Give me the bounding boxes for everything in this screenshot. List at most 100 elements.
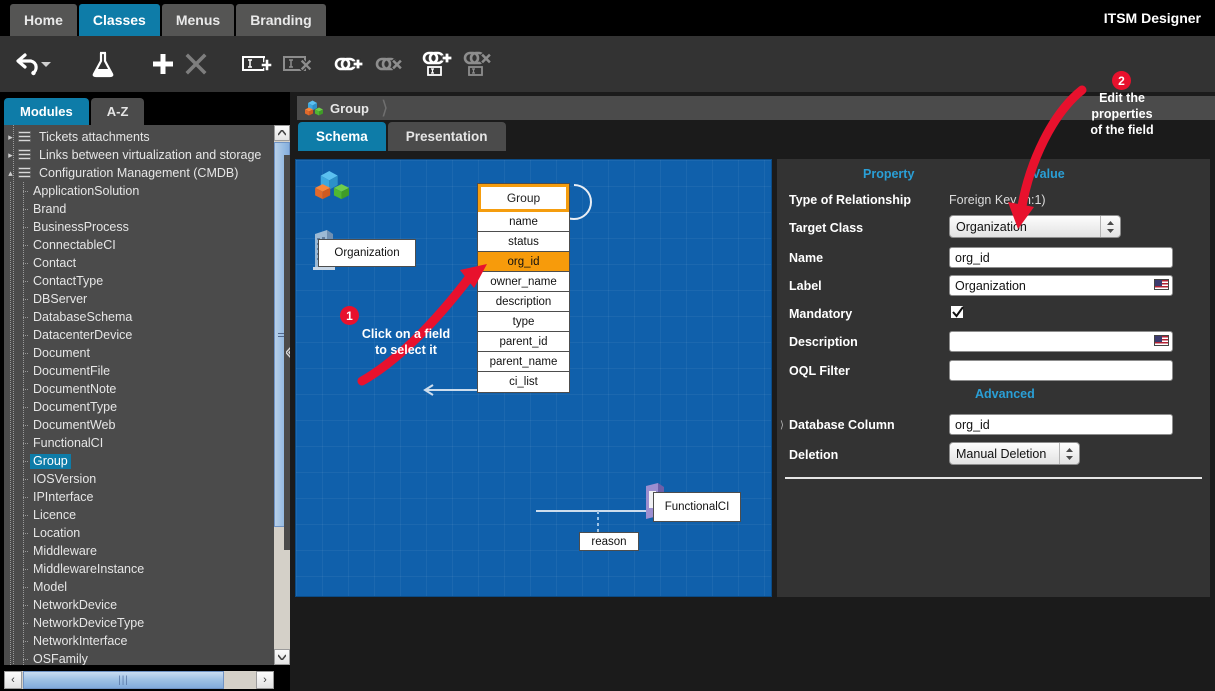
- name-input[interactable]: [949, 247, 1173, 268]
- database-column-input[interactable]: [949, 414, 1173, 435]
- tree-indent: [4, 308, 17, 326]
- tree-indent: [4, 200, 17, 218]
- row-name: Name: [777, 247, 1210, 275]
- tree-indent: [4, 452, 17, 470]
- group-entity-box[interactable]: Group namestatusorg_idowner_namedescript…: [477, 183, 570, 393]
- tree-horizontal-scrollbar[interactable]: ‹ ||| ›: [4, 671, 274, 689]
- chevron-up-icon: [278, 130, 286, 136]
- sidebar-tab-modules[interactable]: Modules: [4, 98, 89, 125]
- scroll-left-button[interactable]: ‹: [4, 671, 22, 689]
- add-field-button[interactable]: [235, 42, 279, 86]
- tree-item-documentweb[interactable]: DocumentWeb: [4, 416, 274, 434]
- breadcrumb-separator-icon: ⟩: [381, 97, 388, 120]
- tree-item-iosversion[interactable]: IOSVersion: [4, 470, 274, 488]
- scroll-down-button[interactable]: [274, 649, 290, 665]
- group-entity-title[interactable]: Group: [478, 184, 569, 212]
- tree-indent: [4, 506, 17, 524]
- tree-item-label: DocumentFile: [30, 364, 113, 379]
- menu-tab-menus[interactable]: Menus: [162, 4, 234, 36]
- tree-item-networkdevice[interactable]: NetworkDevice: [4, 596, 274, 614]
- add-linked-field-button[interactable]: [415, 42, 459, 86]
- tree-item-middlewareinstance[interactable]: MiddlewareInstance: [4, 560, 274, 578]
- description-input[interactable]: [949, 331, 1173, 352]
- advanced-link[interactable]: Advanced: [975, 387, 1035, 401]
- test-flask-button[interactable]: [81, 42, 125, 86]
- label-description: Description: [789, 335, 858, 349]
- group-field-name[interactable]: name: [478, 212, 569, 232]
- oql-filter-input[interactable]: [949, 360, 1173, 381]
- target-class-select[interactable]: Organization: [949, 215, 1121, 238]
- add-relation-button[interactable]: [325, 42, 369, 86]
- us-flag-icon[interactable]: [1154, 335, 1169, 346]
- tab-schema[interactable]: Schema: [298, 122, 386, 151]
- tree-branch-icon: [17, 326, 30, 344]
- tree-item-networkdevicetype[interactable]: NetworkDeviceType: [4, 614, 274, 632]
- tab-presentation[interactable]: Presentation: [388, 122, 506, 151]
- tree-item-tickets-attachments[interactable]: ▸Tickets attachments: [4, 128, 274, 146]
- tree-collapse-icon[interactable]: ▴: [4, 168, 17, 179]
- menu-tab-branding[interactable]: Branding: [236, 4, 325, 36]
- tree-item-links-between-virtualization-and-storage[interactable]: ▸Links between virtualization and storag…: [4, 146, 274, 164]
- tree-item-functionalci[interactable]: FunctionalCI: [4, 434, 274, 452]
- group-field-owner_name[interactable]: owner_name: [478, 272, 569, 292]
- schema-canvas[interactable]: Organization Group nam: [295, 159, 772, 597]
- delete-relation-button[interactable]: [366, 42, 410, 86]
- tree-item-datacenterdevice[interactable]: DatacenterDevice: [4, 326, 274, 344]
- tree-item-documenttype[interactable]: DocumentType: [4, 398, 274, 416]
- tree-item-documentfile[interactable]: DocumentFile: [4, 362, 274, 380]
- tree-item-dbserver[interactable]: DBServer: [4, 290, 274, 308]
- group-field-org_id[interactable]: org_id: [478, 252, 569, 272]
- tree-indent: [4, 236, 17, 254]
- tree-item-connectableci[interactable]: ConnectableCI: [4, 236, 274, 254]
- group-field-description[interactable]: description: [478, 292, 569, 312]
- delete-field-button[interactable]: [276, 42, 320, 86]
- tree-item-brand[interactable]: Brand: [4, 200, 274, 218]
- tree-branch-icon: [17, 344, 30, 362]
- group-field-status[interactable]: status: [478, 232, 569, 252]
- tree-item-group[interactable]: Group: [4, 452, 274, 470]
- expander-arrow-icon[interactable]: ⟩: [780, 420, 784, 431]
- tree-item-contact[interactable]: Contact: [4, 254, 274, 272]
- tree-expand-icon[interactable]: ▸: [4, 132, 17, 143]
- select-arrows-icon: [1100, 216, 1120, 237]
- tree-item-document[interactable]: Document: [4, 344, 274, 362]
- tree-item-location[interactable]: Location: [4, 524, 274, 542]
- tree-item-licence[interactable]: Licence: [4, 506, 274, 524]
- tree-item-configuration-management-cmdb[interactable]: ▴Configuration Management (CMDB): [4, 164, 274, 182]
- us-flag-icon[interactable]: [1154, 279, 1169, 290]
- breadcrumb-item-group[interactable]: Group: [297, 100, 369, 117]
- delete-class-button[interactable]: [174, 42, 218, 86]
- reason-node[interactable]: reason: [579, 532, 639, 551]
- tree-item-networkinterface[interactable]: NetworkInterface: [4, 632, 274, 650]
- tree-item-databaseschema[interactable]: DatabaseSchema: [4, 308, 274, 326]
- group-field-ci_list[interactable]: ci_list: [478, 372, 569, 392]
- functionalci-node-box[interactable]: FunctionalCI: [653, 492, 741, 522]
- organization-node-box[interactable]: Organization: [318, 239, 416, 267]
- undo-dropdown[interactable]: [36, 42, 56, 86]
- scroll-right-button[interactable]: ›: [256, 671, 274, 689]
- tree-expand-icon[interactable]: ▸: [4, 150, 17, 161]
- tree-branch-icon: [17, 290, 30, 308]
- menu-tab-home[interactable]: Home: [10, 4, 77, 36]
- tree-item-osfamily[interactable]: OSFamily: [4, 650, 274, 665]
- tree-item-middleware[interactable]: Middleware: [4, 542, 274, 560]
- select-arrows-icon: [1059, 443, 1079, 464]
- row-target-class: Target Class Organization: [777, 217, 1210, 245]
- menu-tab-classes[interactable]: Classes: [79, 4, 160, 36]
- deletion-select[interactable]: Manual Deletion: [949, 442, 1080, 465]
- mandatory-checkbox[interactable]: [950, 305, 964, 319]
- tree-item-contacttype[interactable]: ContactType: [4, 272, 274, 290]
- tree-item-label: IOSVersion: [30, 472, 99, 487]
- delete-linked-field-button[interactable]: [456, 42, 500, 86]
- label-input[interactable]: [949, 275, 1173, 296]
- tree-item-businessprocess[interactable]: BusinessProcess: [4, 218, 274, 236]
- sidebar-tab-az[interactable]: A-Z: [91, 98, 145, 125]
- value-type-of-relationship: Foreign Key (n:1): [949, 193, 1046, 207]
- scroll-up-button[interactable]: [274, 125, 290, 141]
- tree-item-label: NetworkDeviceType: [30, 616, 147, 631]
- tree-item-applicationsolution[interactable]: ApplicationSolution: [4, 182, 274, 200]
- tree-item-documentnote[interactable]: DocumentNote: [4, 380, 274, 398]
- tree-item-ipinterface[interactable]: IPInterface: [4, 488, 274, 506]
- tree-item-model[interactable]: Model: [4, 578, 274, 596]
- hscroll-thumb[interactable]: |||: [23, 671, 224, 689]
